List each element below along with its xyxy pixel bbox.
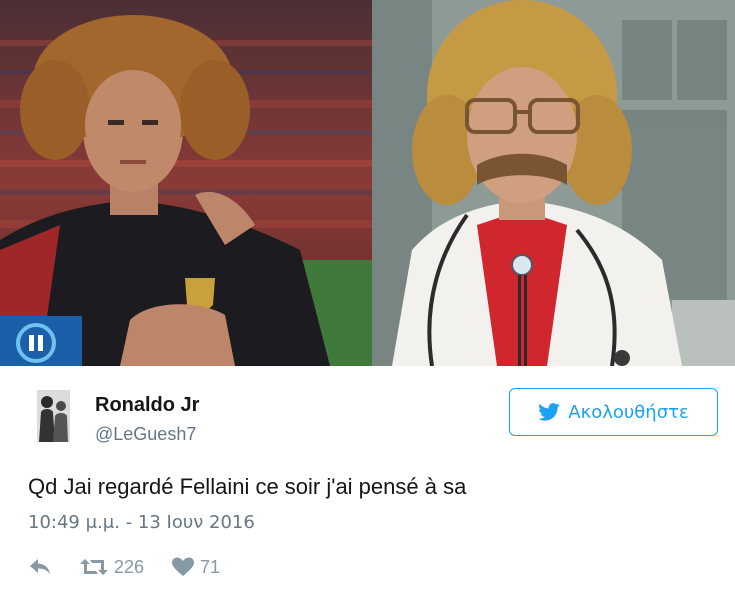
author-handle[interactable]: @LeGuesh7 (95, 424, 196, 445)
author-name[interactable]: Ronaldo Jr (95, 394, 199, 417)
pause-badge[interactable] (0, 316, 82, 366)
media-photo-right[interactable] (372, 0, 735, 366)
like-button[interactable]: 71 (172, 557, 220, 578)
tweet-timestamp[interactable]: 10:49 μ.μ. - 13 Ιουν 2016 (28, 512, 255, 533)
avatar[interactable] (37, 390, 70, 442)
avatar-image (37, 390, 70, 442)
twitter-bird-icon (538, 403, 561, 421)
follow-label: Ακολουθήστε (568, 401, 689, 423)
retweet-button[interactable]: 226 (80, 557, 144, 578)
doctor-photo (372, 0, 735, 366)
retweet-icon (80, 559, 108, 575)
tweet-text: Qd Jai regardé Fellaini ce soir j'ai pen… (28, 474, 467, 499)
follow-button[interactable]: Ακολουθήστε (509, 388, 718, 436)
pause-icon (16, 323, 56, 363)
tweet-media[interactable] (0, 0, 735, 366)
heart-icon (172, 557, 195, 576)
like-count: 71 (200, 556, 221, 577)
tweet-actions: 226 71 (28, 554, 220, 580)
reply-button[interactable] (28, 558, 52, 576)
footballer-photo (0, 0, 372, 366)
retweet-count: 226 (114, 556, 145, 577)
media-photo-left[interactable] (0, 0, 372, 366)
reply-arrow-icon (30, 559, 50, 574)
